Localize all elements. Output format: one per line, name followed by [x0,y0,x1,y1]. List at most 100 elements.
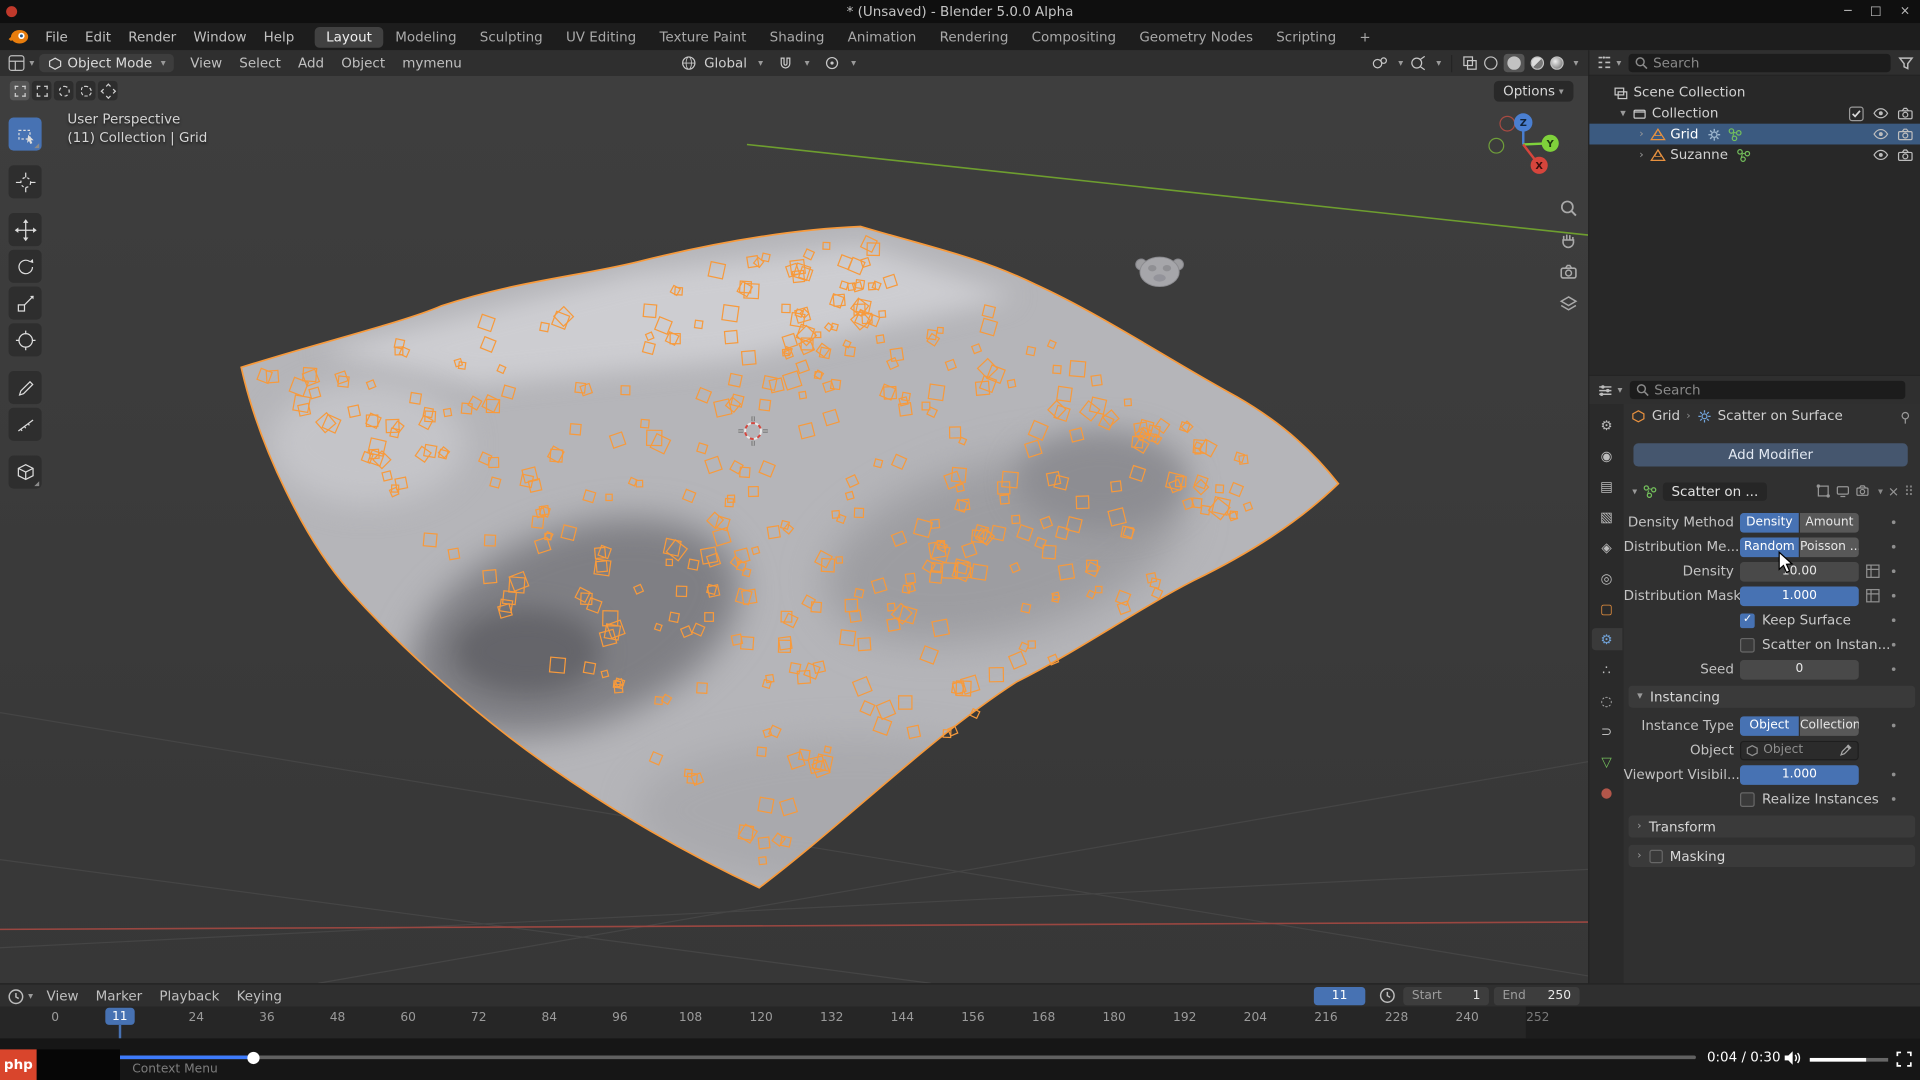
properties-tab-output[interactable]: ▤ [1591,475,1622,497]
tool-cursor[interactable] [9,165,42,198]
workspace-tab-sculpting[interactable]: Sculpting [469,26,554,47]
start-frame-field[interactable]: Start1 [1403,986,1489,1004]
tool-move[interactable] [9,213,42,246]
add-workspace-button[interactable]: + [1348,26,1381,47]
snap-dropdown-icon[interactable]: ▾ [805,58,810,69]
edit-mode-toggle-icon[interactable] [1816,484,1831,499]
keep-surface-checkbox[interactable] [1740,613,1755,628]
viewport-menu-object[interactable]: Object [333,55,394,71]
gizmo-toggle-icon[interactable] [1371,55,1388,71]
properties-tab-data[interactable]: ▽ [1591,751,1622,773]
workspace-tab-texture-paint[interactable]: Texture Paint [648,26,757,47]
modifier-panel-header[interactable]: ▾ Scatter on ... ▾ × ⠿ [1629,480,1916,502]
zoom-icon[interactable] [1559,198,1579,218]
outliner-row-suzanne[interactable]: ›Suzanne [1589,144,1920,165]
properties-tab-modifiers[interactable]: ⚙ [1591,628,1622,650]
maximize-button[interactable]: □ [1870,5,1882,18]
modifier-close-icon[interactable]: × [1888,483,1899,499]
outliner-row-collection[interactable]: ▾Collection [1589,103,1920,124]
tool-measure[interactable] [9,408,42,441]
menu-edit[interactable]: Edit [76,29,119,45]
end-frame-field[interactable]: End250 [1494,986,1580,1004]
animate-dot[interactable] [1892,618,1896,622]
instancing-section-header[interactable]: ▾Instancing [1629,686,1916,708]
select-box-button[interactable] [32,81,52,101]
masking-section-header[interactable]: ›Masking [1629,845,1916,867]
distribution-poisson-button[interactable]: Poisson ... [1800,537,1859,557]
realize-instances-checkbox[interactable] [1740,792,1755,807]
animate-dot[interactable] [1892,545,1896,549]
suzanne-object[interactable] [1136,257,1184,286]
density-method-density-button[interactable]: Density [1740,512,1799,532]
properties-search-input[interactable]: Search [1630,381,1905,399]
transform-section-header[interactable]: ›Transform [1629,816,1916,838]
timeline-menu-playback[interactable]: Playback [151,988,228,1004]
render-toggle-icon[interactable] [1855,484,1870,499]
camera-toggle-icon[interactable] [1897,146,1914,163]
viewport-menu-view[interactable]: View [182,55,231,71]
animate-dot[interactable] [1892,594,1896,598]
pin-icon[interactable] [1898,410,1913,425]
workspace-tab-uv-editing[interactable]: UV Editing [555,26,647,47]
current-frame-field[interactable]: 11 [1314,986,1365,1004]
input-attribute-icon[interactable] [1865,588,1881,604]
outliner-search-input[interactable]: Search [1629,53,1891,71]
animate-dot[interactable] [1892,797,1896,801]
scatter-on-instances-checkbox[interactable] [1740,637,1755,652]
input-attribute-icon[interactable] [1865,563,1881,579]
outliner-editor-icon[interactable] [1596,54,1613,71]
tool-annotate[interactable] [9,371,42,404]
realtime-toggle-icon[interactable] [1835,484,1850,499]
masking-checkbox[interactable] [1649,849,1662,862]
overlays-toggle-icon[interactable] [1409,55,1426,71]
modifier-extras-dropdown-icon[interactable]: ▾ [1878,486,1883,497]
eye-toggle-icon[interactable] [1872,126,1889,143]
add-modifier-button[interactable]: Add Modifier [1633,443,1907,466]
animate-dot[interactable] [1892,643,1896,647]
terrain-mesh[interactable] [241,227,1338,888]
tool-rotate[interactable] [9,250,42,283]
disclosure-icon[interactable]: › [1633,128,1649,140]
shading-rendered-button[interactable] [1550,56,1563,69]
viewport-3d[interactable]: User Perspective (11) Collection | Grid … [0,76,1588,983]
gizmo-dropdown-icon[interactable]: ▾ [1398,58,1403,69]
object-picker-field[interactable]: Object [1740,740,1859,760]
properties-editor-icon[interactable] [1597,381,1614,398]
navigation-gizmo[interactable]: Z Y X [1480,102,1566,188]
timeline-editor-dropdown-icon[interactable]: ▾ [28,991,33,1002]
tool-select-box[interactable] [9,118,42,151]
workspace-tab-animation[interactable]: Animation [837,26,928,47]
workspace-tab-geometry-nodes[interactable]: Geometry Nodes [1128,26,1264,47]
fullscreen-icon[interactable] [1896,1051,1913,1068]
outliner-row-scene-collection[interactable]: Scene Collection [1589,82,1920,103]
modifier-drag-handle-icon[interactable]: ⠿ [1904,483,1915,499]
workspace-tab-compositing[interactable]: Compositing [1021,26,1127,47]
eye-toggle-icon[interactable] [1872,105,1889,122]
workspace-tab-shading[interactable]: Shading [759,26,836,47]
viewport-menu-mymenu[interactable]: mymenu [394,55,471,71]
toggle-ortho-icon[interactable] [1559,294,1579,314]
instance-type-collection-button[interactable]: Collection [1800,716,1859,736]
tool-transform[interactable] [9,323,42,356]
select-paint-button[interactable] [98,81,118,101]
properties-tab-constraints[interactable]: ⊃ [1591,720,1622,742]
shading-wireframe-button[interactable] [1484,56,1497,69]
timeline-menu-keying[interactable]: Keying [228,988,290,1004]
xray-toggle-icon[interactable] [1462,55,1478,71]
instance-type-object-button[interactable]: Object [1740,716,1799,736]
camera-view-icon[interactable] [1559,262,1579,282]
properties-dropdown-icon[interactable]: ▾ [1618,384,1623,395]
select-lasso-button[interactable] [76,81,96,101]
shading-solid-button[interactable] [1504,54,1525,72]
tool-add-cube[interactable] [9,456,42,489]
properties-tab-object[interactable]: ▢ [1591,598,1622,620]
viewport-visibility-slider[interactable]: 1.000 [1740,765,1859,785]
timeline-menu-marker[interactable]: Marker [87,988,151,1004]
blender-logo-icon[interactable] [7,28,29,45]
outliner-row-grid[interactable]: ›Grid [1589,124,1920,145]
eye-toggle-icon[interactable] [1872,146,1889,163]
filter-icon[interactable] [1898,54,1914,70]
close-button[interactable]: × [1900,5,1910,18]
workspace-tab-layout[interactable]: Layout [315,26,383,47]
properties-tab-scene[interactable]: ◈ [1591,536,1622,558]
